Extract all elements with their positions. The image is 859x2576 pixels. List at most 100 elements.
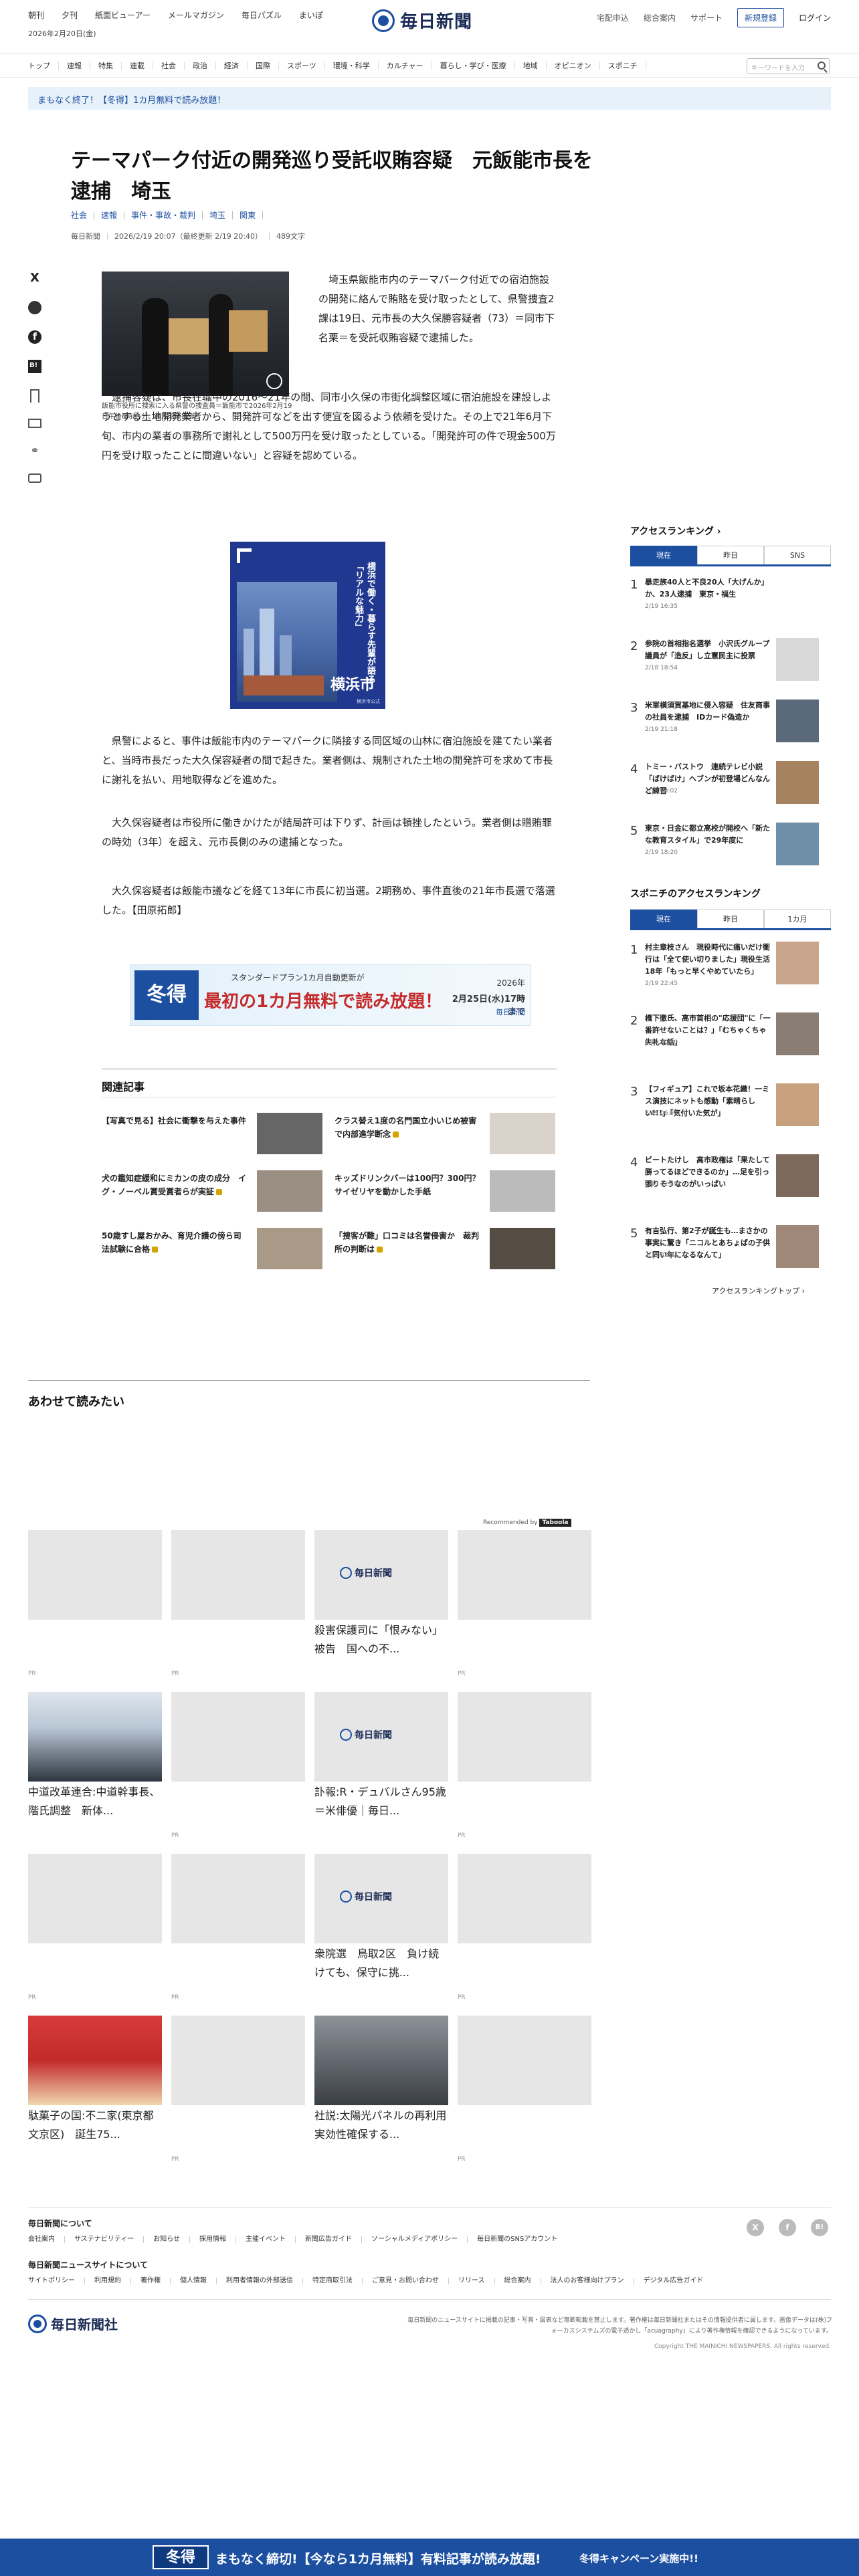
winter-campaign-ad[interactable]: 冬得 スタンダードプラン1カ月自動更新が 最初の1カ月無料で読み放題！ 2026… (130, 964, 531, 1026)
nav-item[interactable]: 経済 (216, 62, 248, 70)
nav-item[interactable]: スポニチ (600, 62, 646, 70)
nav-item[interactable]: オピニオン (547, 62, 600, 70)
ranking-thumbnail[interactable] (776, 700, 819, 742)
utility-link[interactable]: 夕刊 (62, 9, 78, 21)
readmore-card[interactable]: 駄菓子の国:不二家(東京都文京区) 誕生75... (28, 2016, 162, 2144)
facebook-icon[interactable]: f (779, 2219, 796, 2236)
footer-link[interactable]: サイトポリシー (28, 2278, 85, 2284)
card-image[interactable] (28, 1692, 162, 1782)
ranking-item[interactable]: 5 東京・日金に都立高校が開校へ「新たな教育スタイル」で29年度に 2/19 18:… (630, 823, 831, 883)
footer-link[interactable]: お知らせ (144, 2236, 191, 2243)
ranking-heading[interactable]: アクセスランキング › (630, 524, 721, 538)
ranking-item[interactable]: 3 【フィギュア】これで坂本花織！一ミス演技にネットも感動「素晴らしい!!!」「気… (630, 1083, 831, 1144)
ranking-thumbnail[interactable] (776, 1225, 819, 1268)
nav-item[interactable]: 特集 (90, 62, 122, 70)
footer-link[interactable]: リリース (449, 2278, 495, 2284)
card-image[interactable] (458, 2016, 591, 2105)
bottom-campaign-banner[interactable]: 冬得 まもなく締切!【今なら1カ月無料】有料記事が読み放題! 冬得キャンペーン実… (0, 2539, 859, 2576)
footer-link[interactable]: 採用情報 (190, 2236, 237, 2243)
article-tag[interactable]: 社会 (71, 211, 95, 219)
footer-logo[interactable]: 毎日新聞社 (28, 2314, 118, 2333)
link-delivery[interactable]: 宅配申込 (597, 12, 629, 23)
article-tag[interactable]: 関東 (233, 211, 264, 219)
footer-link[interactable]: 法人のお客様向けプラン (541, 2278, 634, 2284)
search-icon[interactable] (818, 62, 826, 70)
card-image[interactable] (458, 1530, 591, 1620)
tab-month[interactable]: 1カ月 (764, 909, 831, 928)
ranking-item[interactable]: 4 トミー・バストウ 連続テレビ小説「ばけばけ」ヘブンが初登場どんなんど練習 2/1… (630, 761, 831, 821)
related-thumbnail[interactable] (490, 1113, 555, 1154)
nav-item[interactable]: 地域 (515, 62, 547, 70)
footer-link[interactable]: 利用規約 (85, 2278, 131, 2284)
card-image[interactable] (28, 1854, 162, 1943)
utility-link[interactable]: メールマガジン (168, 9, 224, 21)
readmore-card[interactable]: PR (171, 1530, 305, 1677)
card-image[interactable] (314, 2016, 448, 2105)
mail-icon[interactable] (28, 419, 41, 428)
card-image[interactable] (458, 1692, 591, 1782)
ranking-item[interactable]: 3 米軍横須賀基地に侵入容疑 住友商事の社員を逮捕 IDカード偽造か 2/19 21… (630, 700, 831, 760)
link-icon[interactable]: ⚭ (28, 444, 41, 457)
readmore-card[interactable]: PR (28, 1530, 162, 1677)
ranking-thumbnail[interactable] (776, 1154, 819, 1197)
readmore-card[interactable]: PR (458, 1530, 591, 1677)
nav-item[interactable]: トップ (28, 62, 59, 70)
utility-link[interactable]: 朝刊 (28, 9, 44, 21)
ranking-item[interactable]: 1 暴走族40人と不良20人「大げんか」か、23人逮捕 東京・福生 2/19 16:… (630, 576, 831, 637)
facebook-share-icon[interactable] (28, 330, 41, 344)
readmore-card[interactable]: PR (458, 1854, 591, 2001)
related-item[interactable]: 「捜客が難」口コミは名誉侵害か 裁判所の判断は (335, 1228, 555, 1272)
footer-link[interactable]: ソーシャルメディアポリシー (362, 2236, 468, 2243)
nav-item[interactable]: 速報 (59, 62, 90, 70)
tab-now[interactable]: 現在 (630, 909, 697, 928)
ranking-thumbnail[interactable] (776, 761, 819, 804)
readmore-card[interactable]: PR (458, 2016, 591, 2163)
hatena-icon[interactable]: B! (811, 2219, 828, 2236)
readmore-card[interactable]: PR (171, 1692, 305, 1839)
nav-item[interactable]: 連載 (122, 62, 153, 70)
tab-yesterday[interactable]: 昨日 (697, 546, 764, 564)
related-thumbnail[interactable] (490, 1170, 555, 1212)
bluesky-share-icon[interactable] (28, 301, 41, 314)
readmore-card[interactable]: 毎日新聞 衆院選 鳥取2区 負け続けても、保守に挑... (314, 1854, 448, 1982)
related-thumbnail[interactable] (490, 1228, 555, 1269)
footer-link[interactable]: 著作権 (131, 2278, 171, 2284)
ranking-more-link[interactable]: アクセスランキングトップ › (712, 1285, 805, 1296)
tab-sns[interactable]: SNS (764, 546, 831, 564)
related-item[interactable]: 犬の鑑知症緩和にミカンの皮の成分 イグ・ノーベル賞受賞者らが実証 (102, 1170, 322, 1214)
readmore-card[interactable]: 毎日新聞 訃報:R・デュバルさん95歳＝米俳優｜毎日... (314, 1692, 448, 1820)
print-icon[interactable] (28, 473, 41, 483)
ranking-thumbnail[interactable] (776, 823, 819, 865)
footer-link[interactable]: 総合案内 (495, 2278, 541, 2284)
footer-link[interactable]: サステナビリティー (65, 2236, 145, 2243)
footer-link[interactable]: ご意見・お問い合わせ (363, 2278, 449, 2284)
login-button[interactable]: ログイン (799, 12, 831, 23)
footer-link[interactable]: 新聞広告ガイド (296, 2236, 363, 2243)
readmore-card[interactable]: PR (171, 2016, 305, 2163)
footer-link[interactable]: 利用者情報の外部送信 (217, 2278, 303, 2284)
x-share-icon[interactable]: X (28, 272, 41, 285)
nav-item[interactable]: カルチャー (379, 62, 432, 70)
article-tag[interactable]: 埼玉 (203, 211, 233, 219)
article-tag[interactable]: 事件・事故・裁判 (124, 211, 203, 219)
related-item[interactable]: 【写真で見る】社会に衝撃を与えた事件 (102, 1113, 322, 1157)
nav-item[interactable]: 環境・科学 (325, 62, 379, 70)
card-image[interactable] (28, 1530, 162, 1620)
footer-link[interactable]: 特定商取引法 (303, 2278, 363, 2284)
readmore-card[interactable]: PR (458, 1692, 591, 1839)
link-guide[interactable]: 総合案内 (644, 12, 676, 23)
zoom-icon[interactable] (266, 373, 282, 389)
hatena-share-icon[interactable] (28, 360, 41, 373)
bookmark-icon[interactable] (30, 389, 39, 403)
related-thumbnail[interactable] (257, 1113, 322, 1154)
utility-link[interactable]: まいぽ (299, 9, 323, 21)
card-image[interactable] (171, 1530, 305, 1620)
ranking-item[interactable]: 1 村主章枝さん 現役時代に痛いだけ衝行は「全て使い切りました」現役生活18年「も… (630, 942, 831, 1002)
footer-link[interactable]: 会社案内 (28, 2236, 65, 2243)
utility-link[interactable]: 毎日パズル (242, 9, 282, 21)
readmore-card[interactable]: 社説:太陽光パネルの再利用 実効性確保する... (314, 2016, 457, 2144)
readmore-card[interactable]: 中道改革連合:中道幹事長、階氏調整 新体... (28, 1692, 162, 1820)
nav-item[interactable]: 暮らし・学び・医療 (432, 62, 515, 70)
link-support[interactable]: サポート (690, 12, 723, 23)
footer-link[interactable]: 個人情報 (171, 2278, 217, 2284)
